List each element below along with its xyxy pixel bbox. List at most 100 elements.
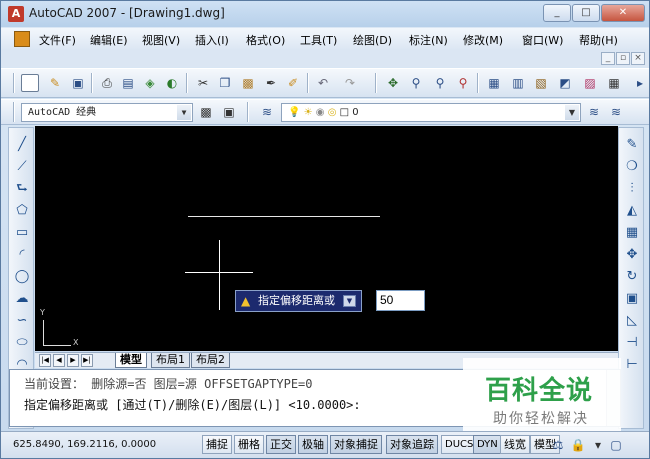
tab-layout1[interactable]: 布局1	[151, 353, 190, 368]
publish-icon[interactable]: ◈	[141, 74, 159, 92]
workspace-select[interactable]: AutoCAD 经典 ▼	[21, 103, 193, 122]
menu-edit[interactable]: 编辑(E)	[90, 32, 128, 48]
ortho-toggle[interactable]: 正交	[266, 435, 296, 454]
doc-minimize-button[interactable]: _	[601, 52, 615, 65]
annotation-scale-icon[interactable]: ⚖	[549, 436, 567, 454]
grid-toggle[interactable]: 栅格	[234, 435, 264, 454]
options-down-arrow-icon[interactable]: ▼	[343, 295, 356, 307]
clean-screen-icon[interactable]: ▢	[607, 436, 625, 454]
offset-icon[interactable]: ◭	[623, 202, 641, 220]
construction-line-icon[interactable]: ⟋	[13, 158, 31, 176]
doc-restore-button[interactable]: ▫	[616, 52, 630, 65]
calculator-icon[interactable]: ▦	[605, 74, 623, 92]
osnap-toggle[interactable]: 对象捕捉	[330, 435, 382, 454]
doc-close-button[interactable]: ×	[631, 52, 645, 65]
save-icon[interactable]: ▣	[69, 74, 87, 92]
menu-tools[interactable]: 工具(T)	[300, 32, 337, 48]
move-icon[interactable]: ✥	[623, 246, 641, 264]
circle-icon[interactable]: ◯	[13, 268, 31, 286]
polygon-icon[interactable]: ⬠	[13, 202, 31, 220]
menu-file[interactable]: 文件(F)	[39, 32, 76, 48]
snap-toggle[interactable]: 捕捉	[202, 435, 232, 454]
match-properties-icon[interactable]: ✒	[262, 74, 280, 92]
drawn-line[interactable]	[188, 216, 380, 217]
dynamic-input-field[interactable]: 50	[376, 290, 425, 311]
block-editor-icon[interactable]: ✐	[284, 74, 302, 92]
trim-icon[interactable]: ⊣	[623, 334, 641, 352]
make-object-layer-current-icon[interactable]: ≋	[585, 103, 603, 121]
polar-toggle[interactable]: 极轴	[298, 435, 328, 454]
menu-modify[interactable]: 修改(M)	[463, 32, 503, 48]
rotate-icon[interactable]: ↻	[623, 268, 641, 286]
tab-model[interactable]: 模型	[115, 353, 147, 368]
layer-properties-icon[interactable]: ≋	[258, 103, 276, 121]
sheet-set-icon[interactable]: ◩	[556, 74, 574, 92]
zoom-realtime-icon[interactable]: ⚲	[407, 74, 425, 92]
next-tab-icon[interactable]: ▶	[67, 354, 79, 367]
markup-icon[interactable]: ▨	[581, 74, 599, 92]
menu-dimension[interactable]: 标注(N)	[409, 32, 448, 48]
chevron-down-icon[interactable]: ▼	[177, 105, 191, 120]
3d-dwf-icon[interactable]: ◐	[163, 74, 181, 92]
extend-icon[interactable]: ⊢	[623, 356, 641, 374]
workspace-save-icon[interactable]: ▣	[220, 103, 238, 121]
mirror-icon[interactable]: ⫶	[623, 180, 641, 198]
tool-palettes-icon[interactable]: ▧	[532, 74, 550, 92]
maximize-button[interactable]: □	[572, 4, 600, 22]
dyn-toggle[interactable]: DYN	[473, 435, 502, 454]
cut-icon[interactable]: ✂	[194, 74, 212, 92]
ducs-toggle[interactable]: DUCS	[441, 435, 478, 454]
menu-insert[interactable]: 插入(I)	[195, 32, 229, 48]
erase-icon[interactable]: ✎	[623, 136, 641, 154]
close-button[interactable]: ✕	[601, 4, 645, 22]
redo-icon[interactable]: ↷	[341, 74, 359, 92]
menu-window[interactable]: 窗口(W)	[522, 32, 563, 48]
print-icon[interactable]: ⎙	[98, 74, 116, 92]
design-center-icon[interactable]: ▥	[509, 74, 527, 92]
pan-realtime-icon[interactable]: ✥	[384, 74, 402, 92]
prev-tab-icon[interactable]: ◀	[53, 354, 65, 367]
arc-icon[interactable]: ◜	[13, 246, 31, 264]
lineweight-toggle[interactable]: 线宽	[500, 435, 530, 454]
help-icon[interactable]: ▸	[631, 74, 649, 92]
chevron-down-icon[interactable]: ▼	[565, 105, 579, 120]
menu-help[interactable]: 帮助(H)	[579, 32, 618, 48]
minimize-button[interactable]: _	[543, 4, 571, 22]
polyline-icon[interactable]: ⮑	[13, 180, 31, 198]
copy-object-icon[interactable]: ❍	[623, 158, 641, 176]
toolbar-grip[interactable]	[13, 73, 15, 93]
stretch-icon[interactable]: ◺	[623, 312, 641, 330]
coordinate-display[interactable]: 625.8490, 169.2116, 0.0000	[13, 439, 156, 450]
drawing-canvas[interactable]: ▲ 指定偏移距离或 ▼ 50 Y X	[35, 126, 618, 351]
scale-icon[interactable]: ▣	[623, 290, 641, 308]
document-icon[interactable]	[14, 31, 30, 47]
menu-format[interactable]: 格式(O)	[246, 32, 285, 48]
rectangle-icon[interactable]: ▭	[13, 224, 31, 242]
zoom-previous-icon[interactable]: ⚲	[454, 74, 472, 92]
ellipse-icon[interactable]: ⬭	[13, 334, 31, 352]
status-menu-icon[interactable]: ▾	[589, 436, 607, 454]
tab-layout2[interactable]: 布局2	[191, 353, 230, 368]
first-tab-icon[interactable]: |◀	[39, 354, 51, 367]
paste-icon[interactable]: ▩	[239, 74, 257, 92]
array-icon[interactable]: ▦	[623, 224, 641, 242]
line-icon[interactable]: ╱	[13, 136, 31, 154]
otrack-toggle[interactable]: 对象追踪	[386, 435, 438, 454]
menu-view[interactable]: 视图(V)	[142, 32, 180, 48]
plot-preview-icon[interactable]: ▤	[119, 74, 137, 92]
revision-cloud-icon[interactable]: ☁	[13, 290, 31, 308]
toolbar-grip[interactable]	[13, 102, 15, 122]
autocad-app-icon[interactable]: A	[8, 6, 24, 22]
zoom-window-icon[interactable]: ⚲	[431, 74, 449, 92]
copy-icon[interactable]: ❐	[216, 74, 234, 92]
new-icon[interactable]	[21, 74, 39, 92]
menu-draw[interactable]: 绘图(D)	[353, 32, 392, 48]
layer-previous-icon[interactable]: ≋	[607, 103, 625, 121]
last-tab-icon[interactable]: ▶|	[81, 354, 93, 367]
lock-icon[interactable]: 🔒	[569, 436, 587, 454]
layer-select[interactable]: 💡 ☀ ◉ ◎ □ 0 ▼	[281, 103, 581, 122]
undo-icon[interactable]: ↶	[314, 74, 332, 92]
open-icon[interactable]: ✎	[46, 74, 64, 92]
spline-icon[interactable]: ∽	[13, 312, 31, 330]
properties-icon[interactable]: ▦	[485, 74, 503, 92]
